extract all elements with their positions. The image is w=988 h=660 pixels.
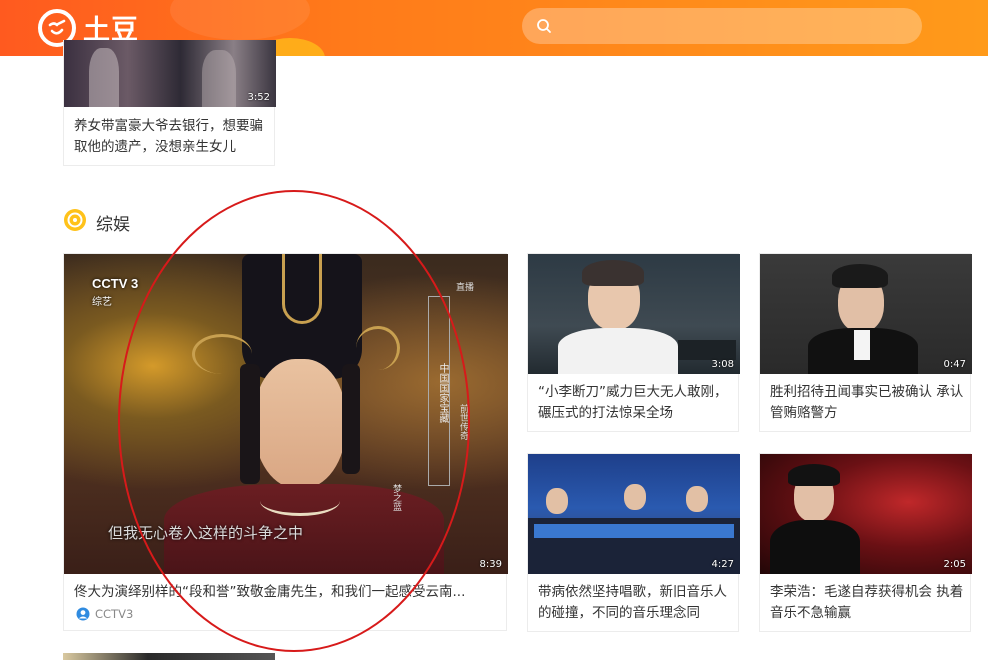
video-card-feature[interactable]: CCTV 3 综艺 直播 中国国家宝藏 前世传奇 梦之蓝 但我无心卷入这样的斗争… — [63, 253, 508, 631]
performer-face — [254, 359, 346, 489]
video-thumbnail[interactable]: 3:52 — [64, 40, 276, 107]
variety-section-icon — [64, 209, 86, 231]
video-duration: 4:27 — [711, 559, 734, 570]
video-duration: 3:52 — [247, 92, 270, 103]
video-title[interactable]: 带病依然坚持唱歌，新旧音乐人的碰撞，不同的音乐理念同 — [538, 582, 734, 624]
program-caption: 中国国家宝藏 — [428, 296, 450, 486]
section-title[interactable]: 综娱 — [96, 210, 130, 235]
video-thumbnail[interactable]: 2:05 — [760, 454, 972, 574]
video-thumbnail[interactable]: CCTV 3 综艺 直播 中国国家宝藏 前世传奇 梦之蓝 但我无心卷入这样的斗争… — [64, 254, 508, 574]
video-duration: 0:47 — [943, 359, 966, 370]
video-card-peek[interactable] — [63, 653, 275, 660]
video-thumbnail[interactable]: 3:08 — [528, 254, 740, 374]
search-input[interactable] — [560, 14, 900, 38]
channel-name: CCTV3 — [95, 607, 134, 621]
video-card[interactable]: 0:47 胜利招待丑闻事实已被确认 承认管贿赂警方 — [759, 253, 972, 432]
video-title[interactable]: 佟大为演绎别样的“段和誉”致敬金庸先生，和我们一起感受云南... — [74, 582, 498, 603]
video-duration: 3:08 — [711, 359, 734, 370]
video-title[interactable]: 养女带富豪大爷去银行，想要骗取他的遗产，没想亲生女儿 — [74, 116, 270, 158]
channel-avatar-icon — [76, 607, 90, 621]
search-icon[interactable] — [536, 18, 552, 34]
sponsor-logo: 梦之蓝 — [391, 484, 401, 511]
tv-channel-logo: CCTV 3 综艺 — [92, 276, 139, 308]
video-title[interactable]: 胜利招待丑闻事实已被确认 承认管贿赂警方 — [770, 382, 966, 424]
video-title[interactable]: 李荣浩：毛遂自荐获得机会 执着音乐不急输赢 — [770, 582, 966, 624]
video-card[interactable]: 2:05 李荣浩：毛遂自荐获得机会 执着音乐不急输赢 — [759, 453, 972, 632]
video-thumbnail[interactable]: 4:27 — [528, 454, 740, 574]
video-duration: 2:05 — [943, 559, 966, 570]
video-card-top[interactable]: 3:52 养女带富豪大爷去银行，想要骗取他的遗产，没想亲生女儿 — [63, 40, 276, 166]
video-subtitle: 但我无心卷入这样的斗争之中 — [108, 524, 304, 542]
video-duration: 8:39 — [479, 559, 502, 570]
search-box[interactable] — [522, 8, 922, 44]
video-channel[interactable]: CCTV3 — [76, 607, 133, 621]
live-tag: 直播 — [456, 283, 475, 293]
video-card[interactable]: 3:08 “小李断刀”威力巨大无人敢刚，碾压式的打法惊呆全场 — [527, 253, 740, 432]
header-decoration — [170, 0, 310, 40]
program-caption-2: 前世传奇 — [458, 404, 468, 440]
video-thumbnail[interactable]: 0:47 — [760, 254, 972, 374]
video-card[interactable]: 4:27 带病依然坚持唱歌，新旧音乐人的碰撞，不同的音乐理念同 — [527, 453, 740, 632]
video-title[interactable]: “小李断刀”威力巨大无人敢刚，碾压式的打法惊呆全场 — [538, 382, 734, 424]
